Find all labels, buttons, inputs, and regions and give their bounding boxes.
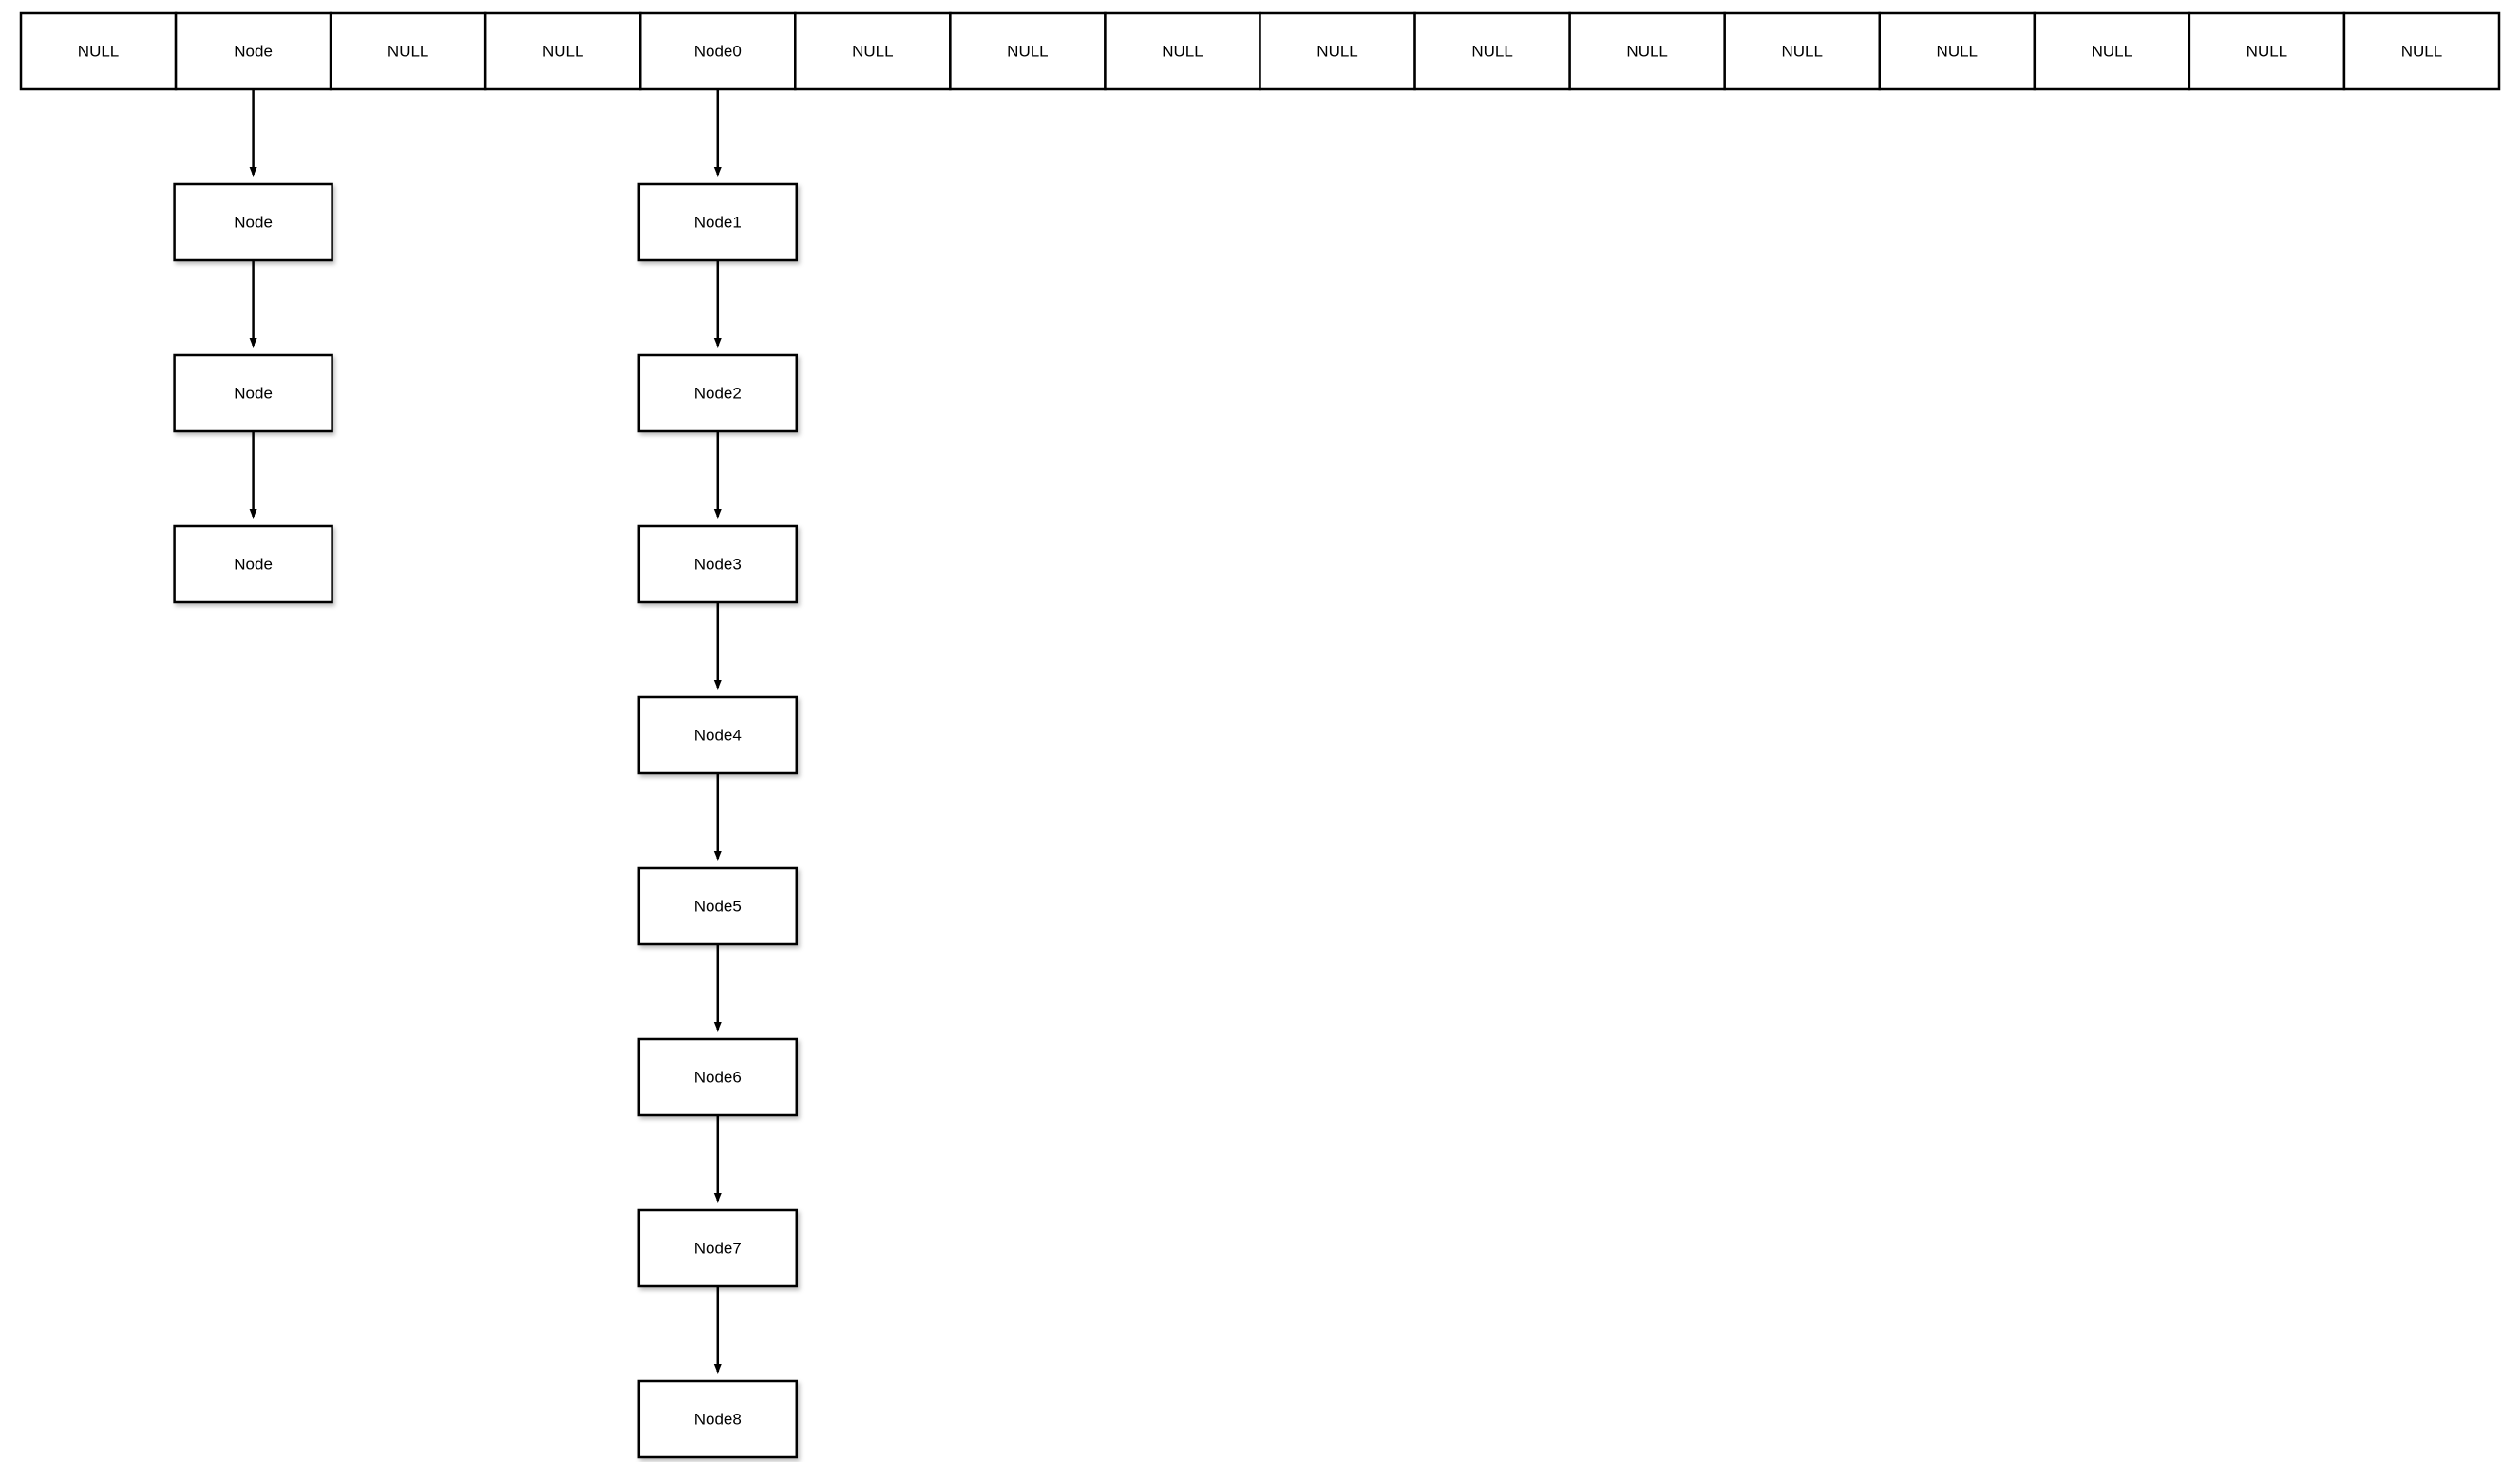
chain-node-label: Node1 (694, 213, 742, 231)
array-cell: NULL (1260, 13, 1415, 89)
array-cell: NULL (21, 13, 176, 89)
array-row: NULL Node NULL NULL Node0 NULL NULL NULL NULL NUL… (21, 13, 2499, 89)
chain: Node Node Node (175, 89, 332, 602)
chain-node: Node8 (639, 1381, 797, 1457)
array-cell-label: Node0 (694, 42, 742, 60)
array-cell-label: NULL (1781, 42, 1822, 60)
array-cell-label: NULL (1626, 42, 1667, 60)
chain-node-label: Node2 (694, 384, 742, 402)
chain-node: Node (175, 526, 332, 602)
chain-node-label: Node6 (694, 1068, 742, 1086)
array-cell: NULL (1415, 13, 1570, 89)
hash-table-diagram: NULL Node NULL NULL Node0 NULL NULL NULL NULL NUL… (0, 0, 2520, 1462)
array-cell-label: NULL (388, 42, 428, 60)
array-cell-label: NULL (1007, 42, 1048, 60)
chain-node: Node1 (639, 184, 797, 260)
chain-node-label: Node5 (694, 897, 742, 915)
array-cell: NULL (795, 13, 950, 89)
array-cell-label: NULL (1162, 42, 1203, 60)
array-cell: Node0 (640, 13, 795, 89)
chain-node: Node5 (639, 868, 797, 944)
array-cell-label: NULL (542, 42, 583, 60)
chain-node-label: Node8 (694, 1410, 742, 1428)
chain-node: Node (175, 355, 332, 431)
chain-node-label: Node (234, 213, 273, 231)
array-cell: NULL (1880, 13, 2035, 89)
array-cell-label: Node (234, 42, 273, 60)
array-cell-label: NULL (1937, 42, 1978, 60)
chain-node-label: Node (234, 555, 273, 573)
array-cell-label: NULL (2246, 42, 2287, 60)
array-cell: NULL (331, 13, 485, 89)
chain-node-label: Node4 (694, 726, 742, 744)
array-cell-label: NULL (1317, 42, 1357, 60)
chain-node: Node6 (639, 1039, 797, 1115)
chain-node-label: Node3 (694, 555, 742, 573)
array-cell-label: NULL (78, 42, 119, 60)
chain-node: Node3 (639, 526, 797, 602)
array-cell: NULL (485, 13, 640, 89)
array-cell-label: NULL (852, 42, 893, 60)
chain-node: Node7 (639, 1210, 797, 1286)
array-cell: NULL (1570, 13, 1725, 89)
array-cell-label: NULL (2401, 42, 2442, 60)
chain-node: Node2 (639, 355, 797, 431)
array-cell-label: NULL (2092, 42, 2132, 60)
array-cell: NULL (2344, 13, 2499, 89)
array-cell: Node (176, 13, 331, 89)
array-cell: NULL (950, 13, 1105, 89)
chain-node-label: Node7 (694, 1239, 742, 1257)
array-cell: NULL (1725, 13, 1880, 89)
array-cell-label: NULL (1471, 42, 1512, 60)
chain-node: Node (175, 184, 332, 260)
chain-node-label: Node (234, 384, 273, 402)
chain-node: Node4 (639, 697, 797, 773)
chain: Node1 Node2 Node3 Node4 Node5 Node6 Node7 Node8 (639, 89, 797, 1457)
array-cell: NULL (2035, 13, 2189, 89)
array-cell: NULL (1105, 13, 1260, 89)
array-cell: NULL (2189, 13, 2344, 89)
